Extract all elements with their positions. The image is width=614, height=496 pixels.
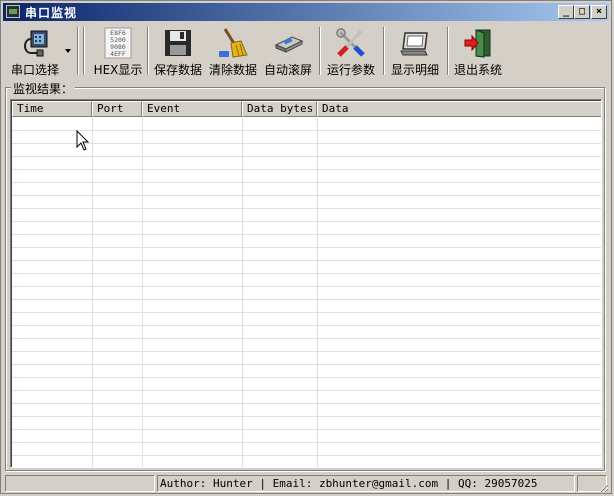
clear-data-label: 清除数据 (208, 63, 257, 77)
toolbar-separator (83, 27, 85, 75)
grid-row-line (12, 455, 601, 456)
hex-display-label: HEX显示 (93, 63, 143, 77)
grid-row-line (12, 286, 601, 287)
grid-row-line (12, 273, 601, 274)
app-icon (6, 5, 20, 18)
column-header-port[interactable]: Port (92, 101, 142, 117)
grid-row-line (12, 221, 601, 222)
serial-port-icon (24, 30, 48, 57)
grid-column-line (242, 117, 243, 467)
toolbar: 串口选择 E8F6 5200 9080 4EFF HEX显示 保存数据 清除数据… (3, 23, 609, 79)
exit-system-button[interactable]: 退出系统 (451, 25, 505, 77)
results-listview[interactable]: Time Port Event Data bytes Data (10, 99, 602, 468)
save-data-button[interactable]: 保存数据 (151, 25, 205, 77)
listview-rows (12, 117, 601, 467)
run-params-button[interactable]: 运行参数 (323, 25, 379, 77)
toolbar-separator (447, 27, 449, 75)
grid-row-line (12, 325, 601, 326)
results-group-label: 监视结果： (11, 80, 76, 97)
mouse-cursor-icon (76, 130, 90, 151)
hex-display-button[interactable]: E8F6 5200 9080 4EFF HEX显示 (93, 25, 143, 77)
run-params-label: 运行参数 (326, 63, 375, 77)
close-button[interactable]: × (591, 5, 607, 19)
auto-scroll-icon (274, 36, 304, 53)
grid-row-line (12, 364, 601, 365)
grid-row-line (12, 338, 601, 339)
toolbar-separator (147, 27, 149, 75)
hex-icon: E8F6 5200 9080 4EFF (104, 27, 132, 59)
minimize-button[interactable]: _ (558, 5, 574, 19)
grid-row-line (12, 130, 601, 131)
tools-icon (336, 28, 365, 57)
column-header-data-bytes[interactable]: Data bytes (242, 101, 317, 117)
grid-row-line (12, 234, 601, 235)
title-bar[interactable]: 串口监视 _ □ × (3, 3, 609, 21)
grid-row-line (12, 143, 601, 144)
grid-row-line (12, 442, 601, 443)
grid-row-line (12, 416, 601, 417)
grid-row-line (12, 169, 601, 170)
listview-header: Time Port Event Data bytes Data (12, 101, 601, 117)
grid-row-line (12, 182, 601, 183)
port-select-label: 串口选择 (10, 63, 59, 77)
svg-text:4EFF: 4EFF (110, 50, 126, 58)
toolbar-separator (77, 27, 79, 75)
resize-grip-icon[interactable] (597, 481, 609, 493)
grid-column-line (142, 117, 143, 467)
main-window: 串口监视 _ □ × 串口选择 E8F6 5200 9080 4EFF HEX显… (0, 0, 612, 494)
column-header-event[interactable]: Event (142, 101, 242, 117)
grid-row-line (12, 247, 601, 248)
grid-row-line (12, 429, 601, 430)
grid-row-line (12, 351, 601, 352)
grid-row-line (12, 403, 601, 404)
grid-row-line (12, 195, 601, 196)
column-header-time[interactable]: Time (12, 101, 92, 117)
toolbar-separator (319, 27, 321, 75)
floppy-disk-icon (165, 30, 191, 56)
grid-row-line (12, 377, 601, 378)
auto-scroll-label: 自动滚屏 (263, 63, 312, 77)
grid-row-line (12, 208, 601, 209)
grid-row-line (12, 156, 601, 157)
grid-row-line (12, 299, 601, 300)
grid-row-line (12, 390, 601, 391)
broom-icon (219, 28, 248, 58)
grid-row-line (12, 260, 601, 261)
show-details-button[interactable]: 显示明细 (387, 25, 443, 77)
show-details-label: 显示明细 (390, 63, 439, 77)
auto-scroll-button[interactable]: 自动滚屏 (261, 25, 315, 77)
clear-data-button[interactable]: 清除数据 (206, 25, 260, 77)
toolbar-separator (383, 27, 385, 75)
port-select-button[interactable]: 串口选择 (5, 25, 65, 77)
status-pane-author: Author: Hunter | Email: zbhunter@gmail.c… (157, 475, 575, 492)
exit-door-icon (464, 29, 491, 58)
status-pane-left (5, 475, 155, 492)
display-details-icon (400, 32, 428, 56)
grid-row-line (12, 312, 601, 313)
grid-column-line (317, 117, 318, 467)
maximize-button[interactable]: □ (574, 5, 590, 19)
grid-column-line (92, 117, 93, 467)
port-select-dropdown-icon[interactable] (65, 49, 71, 53)
save-data-label: 保存数据 (153, 63, 202, 77)
column-header-data[interactable]: Data (317, 101, 601, 117)
window-title: 串口监视 (25, 6, 78, 20)
status-bar: Author: Hunter | Email: zbhunter@gmail.c… (3, 475, 609, 493)
exit-system-label: 退出系统 (453, 63, 502, 77)
